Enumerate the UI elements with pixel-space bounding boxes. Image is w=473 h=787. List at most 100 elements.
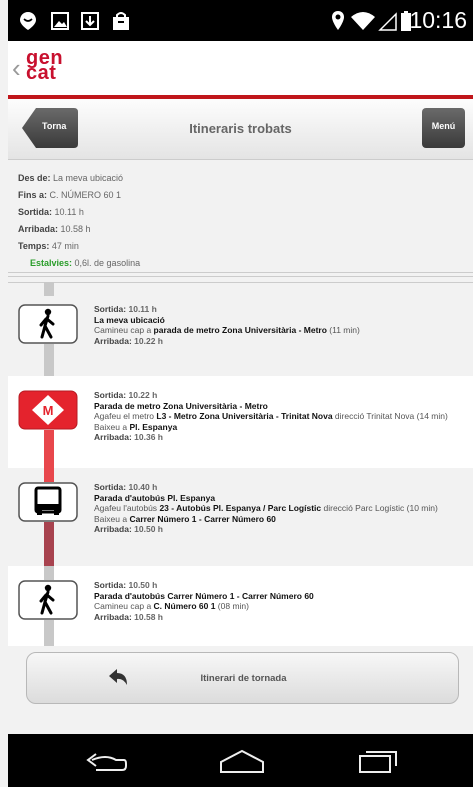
arrival-key: Arribada:	[94, 611, 132, 622]
leg-arrival: Arribada: 10.58 h	[94, 612, 464, 623]
summary-value: La meva ubicació	[50, 173, 124, 183]
return-itinerary-label: Itinerari de tornada	[200, 673, 287, 684]
leg-alight: Baixeu a Carrer Número 1 - Carrer Número…	[94, 514, 464, 525]
recent-apps-nav-icon[interactable]	[358, 748, 402, 774]
summary-key: Arribada:	[18, 224, 59, 234]
departure-key: Sortida:	[94, 390, 127, 400]
gencat-logo[interactable]: gen cat	[26, 48, 63, 83]
alight-stop: Pl. Espanya	[129, 421, 178, 432]
instruction-suffix: direcció Parc Logístic (10 min)	[321, 503, 438, 513]
location-icon	[332, 11, 344, 30]
menu-button[interactable]: Menú	[422, 108, 465, 148]
wifi-icon	[351, 12, 375, 30]
leg-instruction: Camineu cap a parada de metro Zona Unive…	[94, 325, 464, 336]
leg-details: Sortida: 10.40 h Parada d'autobús Pl. Es…	[94, 482, 464, 535]
back-chevron-icon[interactable]: ‹	[12, 55, 21, 81]
instruction-line: 23 - Autobús Pl. Espanya / Parc Logístic	[159, 503, 322, 513]
alight-prefix: Baixeu a	[94, 421, 130, 432]
leg-arrival: Arribada: 10.50 h	[94, 524, 464, 535]
leg-arrival: Arribada: 10.36 h	[94, 432, 464, 443]
image-icon	[51, 12, 69, 30]
departure-time: 10.22 h	[126, 390, 158, 400]
shopping-bag-icon	[113, 12, 129, 30]
summary-destination: Fins a: C. NÚMERO 60 1	[18, 187, 140, 204]
leg-connector	[44, 344, 54, 376]
summary-savings: Estalvies: 0,6l. de gasolina	[30, 255, 140, 272]
leg-departure: Sortida: 10.22 h	[94, 390, 464, 401]
itinerary-leg[interactable]: M Sortida: 10.22 h Parada de metro Zona …	[8, 376, 473, 468]
alight-prefix: Baixeu a	[94, 513, 130, 524]
leg-place: Parada de metro Zona Universitària - Met…	[94, 400, 268, 411]
instruction-target: parada de metro Zona Universitària - Met…	[153, 325, 327, 335]
departure-time: 10.11 h	[126, 304, 157, 314]
instruction-prefix: Agafeu l'autobús	[94, 503, 160, 513]
arrival-time: 10.36 h	[131, 432, 163, 442]
summary-arrival: Arribada: 10.58 h	[18, 221, 140, 238]
svg-text:M: M	[43, 403, 54, 418]
walk-icon	[18, 580, 78, 620]
departure-key: Sortida:	[94, 580, 127, 590]
system-nav-bar	[8, 734, 473, 787]
summary-duration: Temps: 47 min	[18, 238, 140, 255]
summary-value: 10.58 h	[58, 224, 91, 234]
toolbar: Torna Itineraris trobats Menú	[8, 99, 473, 160]
summary-value: 10.11 h	[52, 207, 84, 217]
instruction-prefix: Camineu cap a	[94, 601, 154, 611]
leg-place: La meva ubicació	[94, 314, 165, 325]
summary-key: Sortida:	[18, 207, 53, 217]
leg-connector	[44, 282, 54, 296]
leg-alight: Baixeu a Pl. Espanya	[94, 422, 464, 433]
instruction-suffix: (11 min)	[326, 325, 360, 335]
instruction-prefix: Camineu cap a	[94, 325, 154, 335]
arrival-key: Arribada:	[94, 335, 132, 346]
status-bar: 10:16	[8, 0, 473, 41]
menu-button-label: Menú	[431, 121, 456, 131]
instruction-prefix: Agafeu el metro	[94, 411, 157, 421]
summary-origin: Des de: La meva ubicació	[18, 170, 140, 187]
summary-value: 47 min	[49, 241, 79, 251]
download-icon	[81, 12, 99, 30]
leg-place: Parada d'autobús Carrer Número 1 - Carre…	[94, 590, 314, 601]
return-itinerary-button[interactable]: Itinerari de tornada	[26, 652, 459, 704]
departure-time: 10.50 h	[126, 580, 158, 590]
leg-connector	[44, 566, 54, 580]
divider	[8, 276, 473, 277]
leg-connector	[44, 430, 54, 468]
leg-departure: Sortida: 10.11 h	[94, 304, 464, 315]
divider	[8, 282, 473, 283]
divider	[8, 272, 473, 273]
departure-key: Sortida:	[94, 482, 127, 492]
itinerary-leg[interactable]: Sortida: 10.40 h Parada d'autobús Pl. Es…	[8, 468, 473, 566]
arrival-time: 10.50 h	[131, 524, 163, 534]
back-nav-icon[interactable]	[86, 748, 128, 774]
arrival-time: 10.22 h	[131, 335, 163, 346]
arrival-time: 10.58 h	[131, 611, 163, 622]
leg-connector	[44, 468, 54, 482]
page-title: Itineraris trobats	[189, 121, 292, 136]
savings-value: 0,6l. de gasolina	[72, 258, 141, 268]
leg-instruction: Camineu cap a C. Número 60 1 (08 min)	[94, 601, 464, 612]
leg-place: Parada d'autobús Pl. Espanya	[94, 492, 216, 503]
metro-icon: M	[18, 390, 78, 430]
leg-details: Sortida: 10.50 h Parada d'autobús Carrer…	[94, 580, 464, 622]
leg-departure: Sortida: 10.50 h	[94, 580, 464, 591]
alight-stop: Carrer Número 1 - Carrer Número 60	[129, 513, 276, 524]
itinerary-leg[interactable]: Sortida: 10.50 h Parada d'autobús Carrer…	[8, 566, 473, 646]
instruction-suffix: direcció Trinitat Nova (14 min)	[332, 411, 448, 421]
summary-departure: Sortida: 10.11 h	[18, 204, 140, 221]
leg-instruction: Agafeu el metro L3 - Metro Zona Universi…	[94, 411, 464, 422]
summary-key: Fins a:	[18, 190, 48, 200]
departure-time: 10.40 h	[126, 482, 158, 492]
trip-summary: Des de: La meva ubicació Fins a: C. NÚME…	[18, 170, 140, 272]
instruction-line: L3 - Metro Zona Universitària - Trinitat…	[156, 411, 333, 421]
bus-icon	[18, 482, 78, 522]
leg-arrival: Arribada: 10.22 h	[94, 336, 464, 347]
leg-details: Sortida: 10.22 h Parada de metro Zona Un…	[94, 390, 464, 443]
app-header: ‹ gen cat	[8, 41, 473, 95]
departure-key: Sortida:	[94, 304, 127, 314]
summary-key: Temps:	[18, 241, 50, 251]
leg-connector	[44, 522, 54, 566]
itinerary-leg[interactable]: Sortida: 10.11 h La meva ubicació Camine…	[8, 282, 473, 376]
home-nav-icon[interactable]	[218, 748, 266, 774]
screen: 10:16 ‹ gen cat Torna Itineraris trobats…	[0, 0, 473, 787]
